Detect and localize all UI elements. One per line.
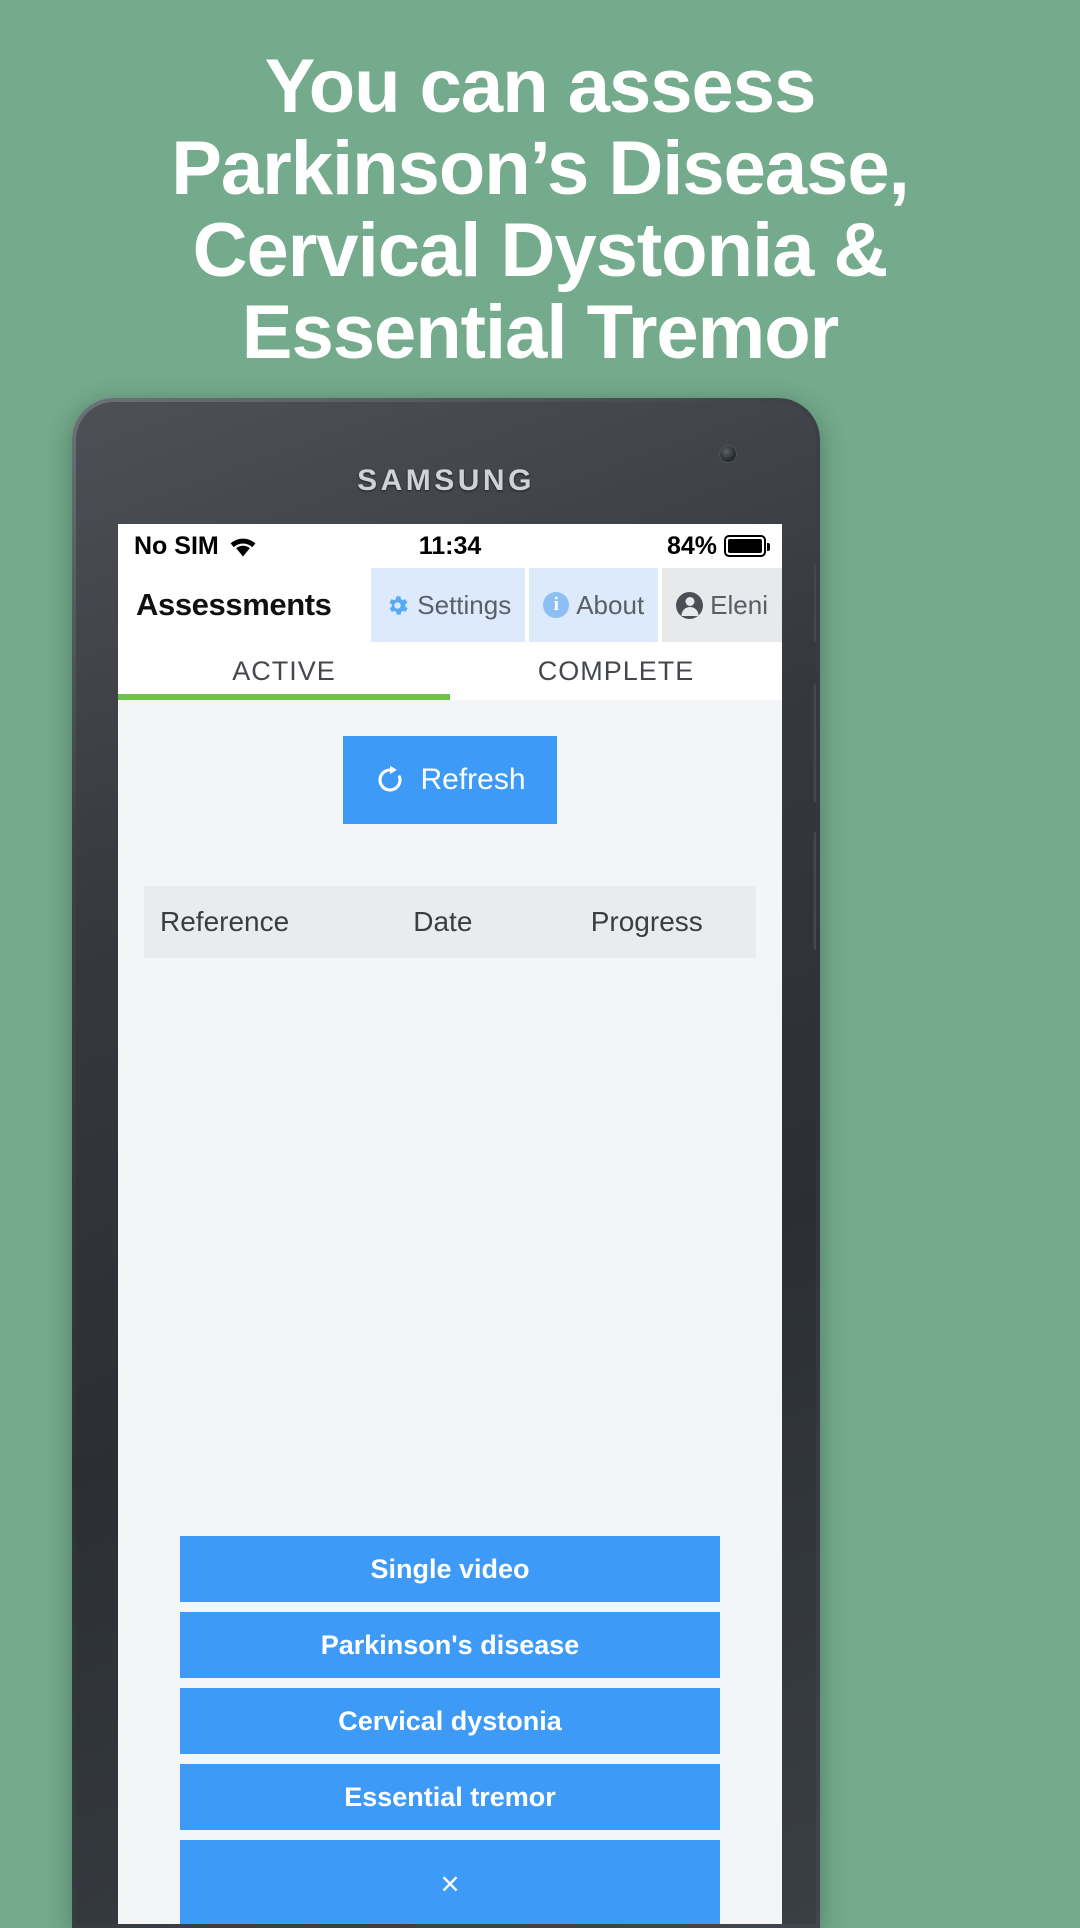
- battery-full-icon: [724, 535, 770, 557]
- user-account-button[interactable]: Eleni: [662, 568, 782, 642]
- tab-active[interactable]: ACTIVE: [118, 642, 450, 700]
- battery-percent-label: 84%: [666, 531, 717, 560]
- wifi-icon: [230, 538, 256, 556]
- about-button[interactable]: i About: [529, 568, 659, 642]
- headline-line-4: Essential Tremor: [241, 290, 840, 376]
- settings-button[interactable]: Settings: [371, 568, 526, 642]
- status-bar-right: 84%: [666, 531, 770, 561]
- refresh-label: Refresh: [420, 763, 526, 796]
- refresh-row: Refresh: [118, 700, 782, 824]
- tab-complete[interactable]: COMPLETE: [450, 642, 782, 700]
- new-assessment-action-sheet: Single video Parkinson's disease Cervica…: [118, 1536, 782, 1924]
- essential-tremor-button[interactable]: Essential tremor: [180, 1764, 720, 1830]
- status-bar: No SIM 11:34 84%: [118, 524, 782, 568]
- page-title: Assessments: [136, 587, 332, 622]
- user-name-label: Eleni: [710, 589, 768, 620]
- headline-line-2: Parkinson’s Disease,: [171, 126, 910, 212]
- phone-screen: No SIM 11:34 84% Assessments Settings i …: [118, 524, 782, 1924]
- person-icon: [676, 591, 704, 619]
- app-content: Refresh Reference Date Progress Single v…: [118, 700, 782, 1924]
- refresh-button[interactable]: Refresh: [343, 736, 557, 824]
- column-header-reference: Reference: [160, 906, 290, 937]
- info-icon: i: [543, 592, 570, 618]
- headline-line-3: Cervical Dystonia &: [192, 208, 889, 294]
- app-bar: Assessments Settings i About Eleni: [118, 568, 782, 642]
- about-label: About: [576, 589, 645, 620]
- gear-icon: [389, 595, 408, 615]
- cervical-dystonia-button[interactable]: Cervical dystonia: [180, 1688, 720, 1754]
- refresh-icon: [378, 765, 402, 792]
- settings-label: Settings: [417, 589, 512, 620]
- samsung-logo: SAMSUNG: [357, 464, 535, 497]
- phone-device-frame: SAMSUNG No SIM 11:34 84% Assessments Set…: [72, 398, 820, 1928]
- single-video-button[interactable]: Single video: [180, 1536, 720, 1602]
- tab-bar: ACTIVE COMPLETE: [118, 642, 782, 700]
- column-header-progress: Progress: [590, 906, 703, 937]
- app-bar-actions: Settings i About Eleni: [371, 568, 782, 642]
- column-header-date: Date: [413, 906, 473, 937]
- status-bar-left: No SIM: [134, 532, 258, 561]
- parkinsons-disease-button[interactable]: Parkinson's disease: [180, 1612, 720, 1678]
- headline-line-1: You can assess: [264, 44, 817, 129]
- volume-down-button[interactable]: [813, 832, 816, 950]
- carrier-label: No SIM: [134, 531, 219, 560]
- promo-headline: You can assess Parkinson’s Disease, Cerv…: [0, 44, 1080, 376]
- power-button[interactable]: [813, 564, 816, 642]
- front-camera-icon: [720, 446, 736, 462]
- close-action-sheet-button[interactable]: ×: [180, 1840, 720, 1924]
- assessments-table-header: Reference Date Progress: [144, 886, 756, 958]
- phone-bezel: SAMSUNG No SIM 11:34 84% Assessments Set…: [76, 402, 816, 1924]
- volume-up-button[interactable]: [813, 684, 816, 802]
